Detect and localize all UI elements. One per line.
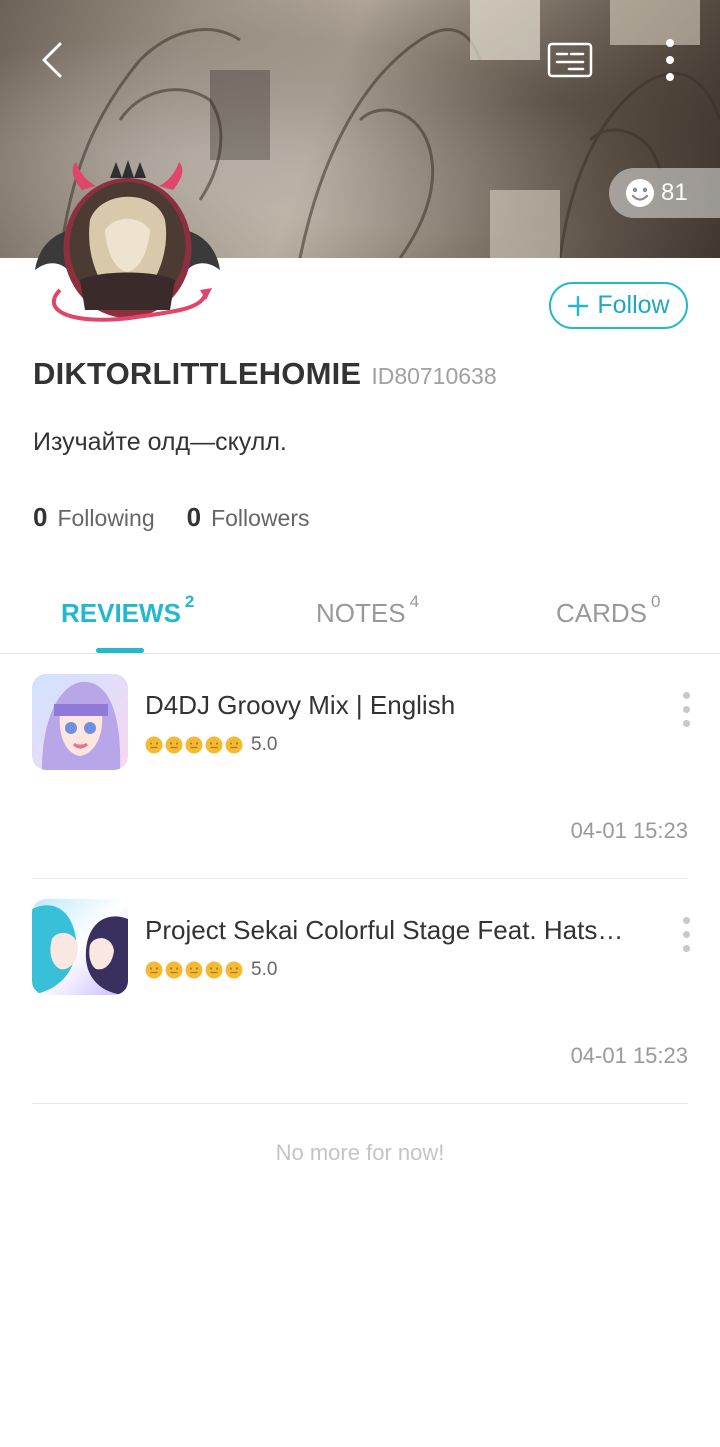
tab-notes-label: NOTES [316, 598, 406, 628]
following-label: Following [57, 505, 155, 531]
dot-icon [682, 916, 690, 924]
rating-face-icon [145, 961, 163, 979]
avatar[interactable] [30, 160, 225, 325]
review-title: D4DJ Groovy Mix | English [145, 690, 456, 720]
review-item[interactable]: Project Sekai Colorful Stage Feat. Hatsu… [32, 879, 690, 1104]
rating-value: 5.0 [251, 734, 278, 755]
game-thumbnail [32, 899, 128, 995]
followers-count: 0 [186, 502, 202, 532]
dot-icon [682, 930, 690, 938]
review-rating: 5.0 [145, 734, 277, 756]
review-more-button[interactable] [672, 909, 700, 959]
like-badge[interactable]: 81 [609, 168, 720, 218]
profile-card-button[interactable] [540, 30, 600, 90]
tab-notes-count: 4 [409, 592, 420, 611]
follow-label: Follow [597, 291, 670, 319]
tab-cards-label: CARDS [556, 598, 648, 628]
active-tab-indicator [96, 648, 144, 653]
profile-tabs: REVIEWS 2 NOTES 4 CARDS 0 [0, 580, 720, 654]
more-vertical-icon [666, 39, 674, 81]
back-button[interactable] [22, 30, 82, 90]
dot-icon [682, 691, 690, 699]
smiley-icon [626, 179, 654, 207]
user-id: ID80710638 [371, 363, 497, 389]
game-thumbnail [32, 674, 128, 770]
review-item[interactable]: D4DJ Groovy Mix | English 5.0 04-01 15:2… [32, 654, 690, 879]
rating-face-icon [165, 736, 183, 754]
dot-icon [682, 719, 690, 727]
review-rating: 5.0 [145, 959, 277, 981]
following-count: 0 [33, 502, 48, 532]
like-count: 81 [661, 179, 688, 206]
tab-notes[interactable]: NOTES 4 [316, 592, 419, 629]
rating-face-icon [185, 961, 203, 979]
dot-icon [682, 944, 690, 952]
rating-face-icon [225, 961, 243, 979]
avatar-frame [35, 160, 220, 322]
name-row: DIKTORLITTLEHOMIE ID80710638 [33, 356, 497, 392]
followers-stat[interactable]: 0 Followers [187, 502, 310, 533]
dot-icon [682, 705, 690, 713]
review-title: Project Sekai Colorful Stage Feat. Hatsu… [145, 915, 635, 945]
rating-face-icon [185, 736, 203, 754]
more-options-button[interactable] [640, 30, 700, 90]
back-arrow-icon [42, 42, 62, 78]
end-of-list-note: No more for now! [275, 1140, 445, 1165]
profile-card-icon [547, 42, 593, 78]
review-date: 04-01 15:23 [570, 818, 688, 843]
review-date: 04-01 15:23 [570, 1043, 688, 1068]
rating-face-icon [165, 961, 183, 979]
username: DIKTORLITTLEHOMIE [33, 356, 362, 391]
user-bio: Изучайте олд—скулл. [33, 428, 287, 456]
rating-face-icon [205, 961, 223, 979]
review-more-button[interactable] [672, 684, 700, 734]
tab-cards[interactable]: CARDS 0 [556, 592, 660, 629]
rating-face-icon [225, 736, 243, 754]
tab-reviews-count: 2 [184, 592, 195, 611]
tab-reviews-label: REVIEWS [61, 598, 181, 628]
game-thumbnail-art [32, 674, 128, 770]
tab-reviews[interactable]: REVIEWS 2 [61, 592, 194, 629]
rating-value: 5.0 [251, 959, 278, 980]
tab-cards-count: 0 [651, 592, 661, 611]
plus-icon [568, 295, 589, 316]
followers-label: Followers [211, 505, 310, 531]
game-thumbnail-art [32, 899, 128, 995]
follow-stats: 0 Following 0 Followers [33, 502, 310, 533]
follow-button[interactable]: Follow [549, 282, 688, 329]
rating-face-icon [205, 736, 223, 754]
rating-face-icon [145, 736, 163, 754]
following-stat[interactable]: 0 Following [33, 502, 155, 533]
